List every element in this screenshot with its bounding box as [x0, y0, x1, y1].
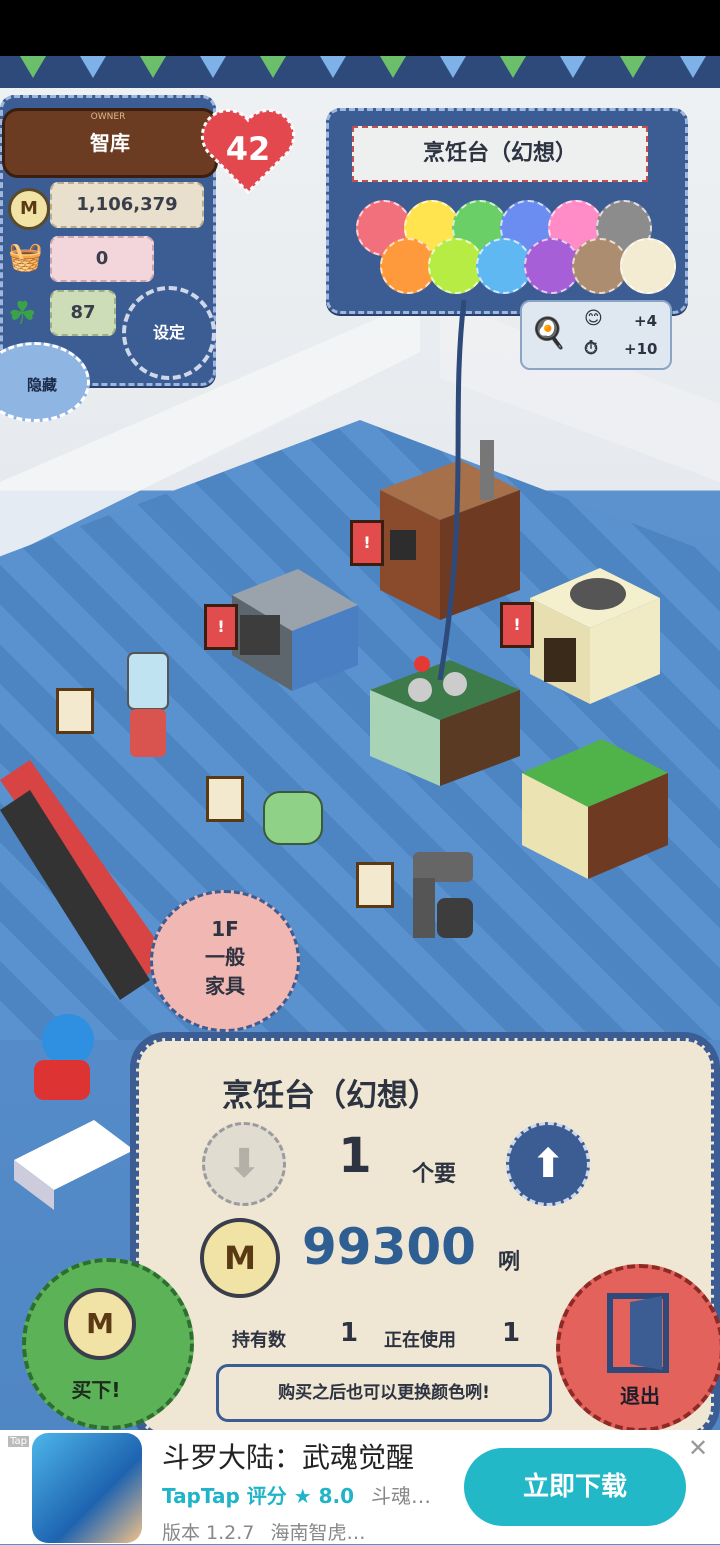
- in-use-label: 正在使用: [384, 1330, 456, 1351]
- buy-label: 买下!: [71, 1378, 121, 1402]
- ad-app-icon[interactable]: [32, 1433, 142, 1543]
- connector-string: [437, 300, 467, 680]
- hide-label: 隐藏: [26, 376, 57, 394]
- price-value: 99300: [302, 1218, 476, 1276]
- quantity-value: 1: [338, 1128, 372, 1184]
- owned-label: 持有数: [232, 1330, 286, 1351]
- coin-icon: M: [8, 188, 50, 230]
- floor-level: 1F: [211, 917, 239, 941]
- ad-short-desc: 斗魂…: [371, 1484, 432, 1508]
- toaster[interactable]: [258, 782, 328, 852]
- arrow-down-icon: ⬇: [227, 1141, 261, 1187]
- floor-category-line1: 一般: [205, 945, 245, 969]
- arrow-up-icon: ⬆: [531, 1141, 565, 1187]
- time-bonus: +10: [624, 340, 658, 358]
- cashier-counter: [14, 1014, 134, 1210]
- exit-label: 退出: [620, 1384, 660, 1408]
- ad-version: 版本 1.2.7: [162, 1522, 255, 1544]
- ad-rating-line: TapTap 评分 ★ 8.0 斗魂…: [162, 1480, 431, 1509]
- coin-icon: M: [200, 1218, 280, 1298]
- owner-name: 智库: [90, 131, 130, 155]
- ad-rating-label: 评分: [246, 1484, 287, 1508]
- ad-meta-line: 版本 1.2.7 海南智虎…: [162, 1518, 365, 1545]
- color-change-hint: 购买之后也可以更换颜色咧!: [216, 1364, 552, 1422]
- signboard: [356, 862, 394, 908]
- dialog-title: 烹饪台（幻想）: [222, 1078, 439, 1114]
- pan-icon: 🍳: [530, 316, 568, 351]
- ad-rating-value: 8.0: [318, 1484, 355, 1508]
- smile-bonus: +4: [634, 312, 658, 330]
- timer-icon: ⏱: [584, 338, 599, 359]
- smile-icon: 😊: [584, 308, 603, 329]
- basket-icon: 🧺: [8, 240, 43, 273]
- ad-title[interactable]: 斗罗大陆：武魂觉醒: [162, 1436, 414, 1476]
- decrease-button[interactable]: ⬇: [202, 1122, 286, 1206]
- exit-button[interactable]: 退出: [556, 1264, 720, 1432]
- alert-sign: !: [500, 602, 534, 648]
- settings-button[interactable]: 设定: [122, 286, 216, 380]
- owned-value: 1: [340, 1318, 359, 1348]
- color-panel-title: 烹饪台（幻想）: [352, 126, 648, 182]
- alert-sign: !: [204, 604, 238, 650]
- quantity-unit: 个要: [412, 1162, 457, 1187]
- cooking-bonus-box: 🍳 😊 ⏱ +4 +10: [520, 300, 672, 370]
- microwave[interactable]: [228, 565, 363, 695]
- color-swatch[interactable]: [620, 238, 676, 294]
- money-display: 1,106,379: [50, 182, 204, 228]
- level-count: 42: [225, 130, 271, 168]
- coffee-maker[interactable]: [405, 848, 485, 942]
- owner-label: OWNER: [90, 112, 126, 122]
- floor-category-line2: 家具: [205, 974, 245, 998]
- buy-button[interactable]: M 买下!: [22, 1258, 194, 1430]
- items-display: 0: [50, 236, 154, 282]
- clay-stove[interactable]: [520, 548, 670, 708]
- increase-button[interactable]: ⬆: [506, 1122, 590, 1206]
- settings-label: 设定: [152, 323, 185, 342]
- ad-download-button[interactable]: 立即下载: [464, 1448, 686, 1526]
- status-bar: [0, 0, 720, 56]
- price-unit: 咧: [498, 1250, 521, 1275]
- clover-display: 87: [50, 290, 116, 336]
- kitchen-counter[interactable]: [512, 733, 672, 883]
- in-use-value: 1: [502, 1318, 521, 1348]
- ad-tag: Tap: [8, 1436, 29, 1447]
- blender[interactable]: [120, 645, 178, 765]
- floor-indicator[interactable]: 1F 一般 家具: [150, 890, 300, 1032]
- ad-brand: TapTap: [162, 1484, 240, 1508]
- close-icon[interactable]: ✕: [688, 1436, 712, 1460]
- door-icon: [607, 1293, 669, 1373]
- ad-publisher: 海南智虎…: [270, 1522, 366, 1544]
- bunting-decoration: [0, 56, 720, 88]
- color-swatches: [356, 200, 676, 300]
- coin-icon: M: [64, 1288, 136, 1360]
- star-icon: ★: [293, 1484, 312, 1508]
- signboard: [56, 688, 94, 734]
- signboard: [206, 776, 244, 822]
- alert-sign: !: [350, 520, 384, 566]
- clover-icon: ☘: [8, 294, 37, 332]
